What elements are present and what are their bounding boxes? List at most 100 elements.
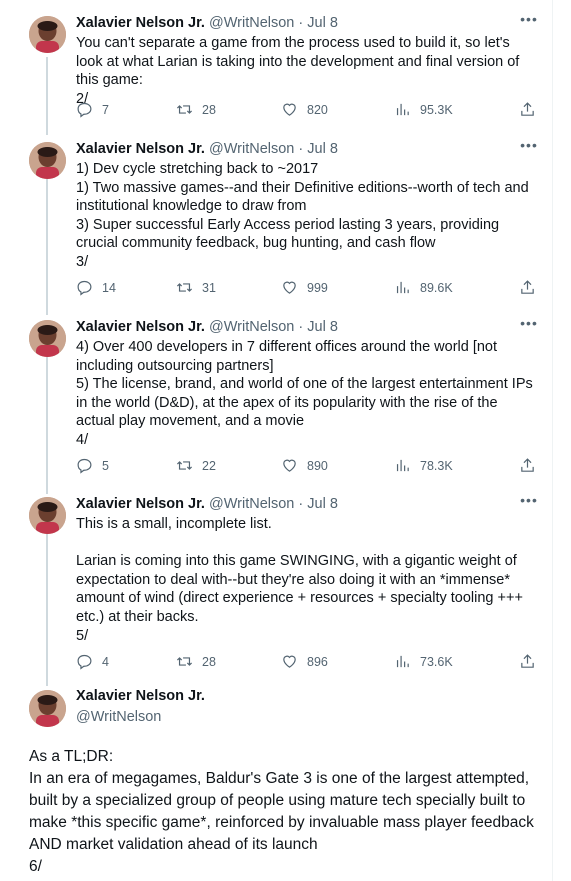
heart-icon	[283, 655, 296, 668]
share-button[interactable]	[519, 279, 536, 296]
retweet-count: 28	[202, 654, 216, 669]
reply-button[interactable]: 14	[76, 279, 116, 296]
heart-icon	[283, 459, 296, 472]
author-name[interactable]: Xalavier Nelson Jr.	[76, 496, 205, 512]
author-handle[interactable]: @WritNelson	[209, 15, 294, 31]
like-button[interactable]: 820	[281, 101, 328, 118]
reply-icon	[77, 458, 92, 474]
views-icon	[396, 281, 409, 294]
retweet-button[interactable]: 28	[176, 653, 216, 670]
tweet[interactable]: Xalavier Nelson Jr. @WritNelson · Jul 8 …	[0, 481, 553, 676]
timestamp[interactable]: Jul 8	[307, 319, 338, 335]
tweet-text: 1) Dev cycle stretching back to ~2017 1)…	[76, 160, 539, 272]
tweet-text: As a TL;DR: In an era of megagames, Bald…	[29, 748, 534, 875]
retweet-icon	[176, 283, 193, 292]
avatar-image	[29, 497, 66, 534]
views-button[interactable]: 78.3K	[394, 457, 453, 474]
tweet-text: 4) Over 400 developers in 7 different of…	[76, 338, 539, 450]
author-name[interactable]: Xalavier Nelson Jr.	[76, 141, 205, 157]
retweet-button[interactable]: 31	[176, 279, 216, 296]
views-count: 78.3K	[420, 458, 453, 473]
reply-icon	[77, 102, 92, 118]
views-icon	[396, 655, 409, 668]
like-button[interactable]: 890	[281, 457, 328, 474]
retweet-button[interactable]: 28	[176, 101, 216, 118]
tweet-actions: 14 31 999 89.6K	[76, 279, 538, 297]
share-icon	[521, 654, 534, 668]
separator-dot: ·	[298, 15, 304, 31]
author-handle[interactable]: @WritNelson	[209, 496, 294, 512]
views-button[interactable]: 73.6K	[394, 653, 453, 670]
share-icon	[521, 280, 534, 294]
author-name[interactable]: Xalavier Nelson Jr.	[76, 319, 205, 335]
views-icon	[396, 103, 409, 116]
retweet-icon	[176, 657, 193, 666]
heart-icon	[283, 281, 296, 294]
like-count: 999	[307, 280, 328, 295]
avatar-image	[29, 142, 66, 179]
views-count: 89.6K	[420, 280, 453, 295]
reply-count: 5	[102, 458, 109, 473]
more-icon[interactable]: •••	[519, 315, 539, 331]
retweet-icon	[176, 105, 193, 114]
reply-button[interactable]: 5	[76, 457, 109, 474]
reply-icon	[77, 654, 92, 670]
tweet[interactable]: Xalavier Nelson Jr. @WritNelson · Jul 8 …	[0, 0, 553, 126]
reply-count: 7	[102, 102, 109, 117]
tweet[interactable]: Xalavier Nelson Jr. @WritNelson · Jul 8 …	[0, 304, 553, 480]
reply-count: 4	[102, 654, 109, 669]
focused-tweet: Xalavier Nelson Jr. @WritNelson As a TL;…	[0, 682, 553, 881]
tweet-text-content: 4) Over 400 developers in 7 different of…	[76, 339, 533, 448]
views-button[interactable]: 89.6K	[394, 279, 453, 296]
retweet-count: 28	[202, 102, 216, 117]
reply-button[interactable]: 4	[76, 653, 109, 670]
tweet-text-content: You can't separate a game from the proce…	[76, 35, 520, 107]
more-icon[interactable]: •••	[519, 11, 539, 27]
separator-dot: ·	[298, 141, 304, 157]
author-name[interactable]: Xalavier Nelson Jr.	[76, 15, 205, 31]
tweet-text: This is a small, incomplete list. Larian…	[76, 515, 539, 645]
avatar[interactable]	[29, 142, 66, 179]
reply-icon	[77, 280, 92, 296]
views-icon	[396, 459, 409, 472]
tweet-text: You can't separate a game from the proce…	[76, 34, 539, 108]
tweet-text-content: 1) Dev cycle stretching back to ~2017 1)…	[76, 161, 529, 270]
views-count: 95.3K	[420, 102, 453, 117]
author-handle[interactable]: @WritNelson	[76, 709, 161, 725]
views-button[interactable]: 95.3K	[394, 101, 453, 118]
share-icon	[521, 458, 534, 472]
retweet-button[interactable]: 22	[176, 457, 216, 474]
heart-icon	[283, 103, 296, 116]
share-icon	[521, 102, 534, 116]
tweet-text-content: This is a small, incomplete list. Larian…	[76, 516, 523, 644]
share-button[interactable]	[519, 101, 536, 118]
reply-button[interactable]: 7	[76, 101, 109, 118]
avatar-image	[29, 16, 66, 53]
tweet-thread: Xalavier Nelson Jr. @WritNelson · Jul 8 …	[0, 0, 553, 881]
like-button[interactable]: 896	[281, 653, 328, 670]
author-name[interactable]: Xalavier Nelson Jr.	[76, 688, 205, 704]
share-button[interactable]	[519, 457, 536, 474]
more-icon[interactable]: •••	[519, 137, 539, 153]
retweet-count: 22	[202, 458, 216, 473]
avatar[interactable]	[29, 16, 66, 53]
like-count: 890	[307, 458, 328, 473]
separator-dot: ·	[298, 319, 304, 335]
more-icon[interactable]: •••	[519, 492, 539, 508]
tweet-actions: 5 22 890 78.3K	[76, 457, 538, 475]
reply-count: 14	[102, 280, 116, 295]
tweet[interactable]: Xalavier Nelson Jr. @WritNelson · Jul 8 …	[0, 126, 553, 302]
avatar[interactable]	[29, 497, 66, 534]
timestamp[interactable]: Jul 8	[307, 15, 338, 31]
like-button[interactable]: 999	[281, 279, 328, 296]
share-button[interactable]	[519, 653, 536, 670]
author-handle[interactable]: @WritNelson	[209, 319, 294, 335]
author-handle[interactable]: @WritNelson	[209, 141, 294, 157]
avatar[interactable]	[29, 690, 66, 727]
timestamp[interactable]: Jul 8	[307, 496, 338, 512]
tweet-actions: 4 28 896 73.6K	[76, 653, 538, 671]
like-count: 896	[307, 654, 328, 669]
timestamp[interactable]: Jul 8	[307, 141, 338, 157]
avatar[interactable]	[29, 320, 66, 357]
retweet-icon	[176, 461, 193, 470]
